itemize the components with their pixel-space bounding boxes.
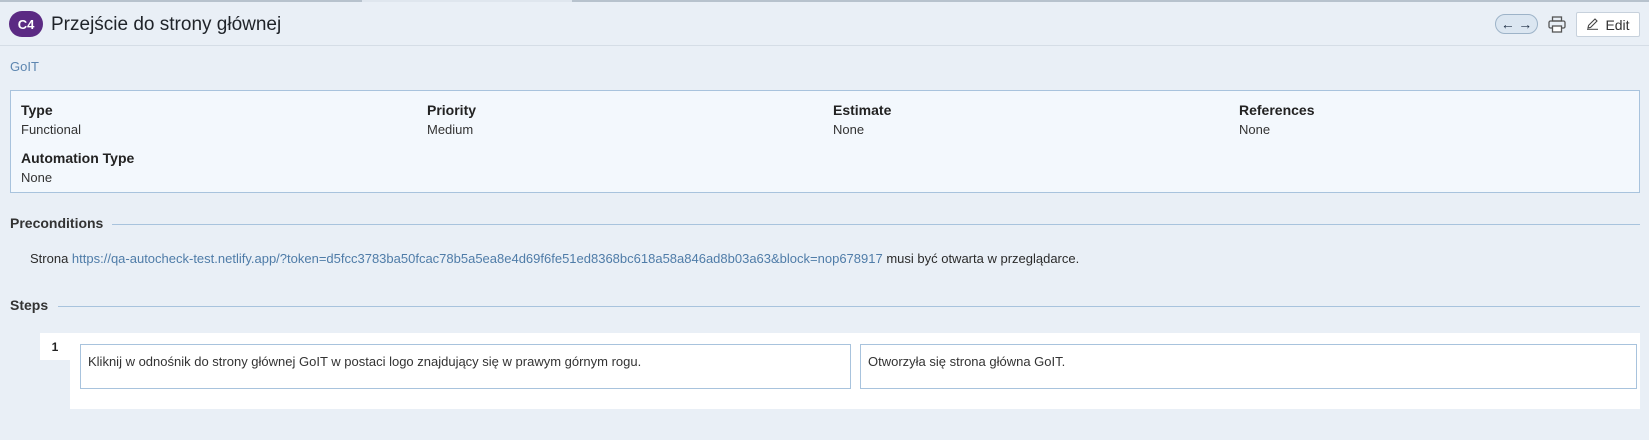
- edit-button[interactable]: Edit: [1576, 12, 1640, 37]
- prev-next-nav: ← →: [1495, 14, 1538, 34]
- field-label: Priority: [427, 102, 477, 118]
- steps-heading: Steps: [10, 297, 49, 313]
- step-number: 1: [40, 333, 70, 360]
- field-label: Automation Type: [21, 150, 135, 166]
- field-automation-type: Automation Type None: [21, 150, 134, 185]
- page-title: Przejście do strony głównej: [51, 14, 282, 35]
- preconditions-link[interactable]: https://qa-autocheck-test.netlify.app/?t…: [72, 251, 883, 266]
- preconditions-heading: Preconditions: [10, 215, 104, 231]
- field-references: References None: [1239, 102, 1315, 137]
- section-divider: [58, 306, 1640, 307]
- preconditions-text: Strona https://qa-autocheck-test.netlify…: [30, 251, 1079, 266]
- field-label: Estimate: [833, 102, 892, 118]
- step-action: Kliknij w odnośnik do strony głównej GoI…: [80, 344, 851, 389]
- preconditions-suffix: musi być otwarta w przeglądarce.: [882, 251, 1080, 266]
- field-value: None: [833, 122, 865, 137]
- arrow-right-icon[interactable]: →: [1518, 17, 1532, 31]
- arrow-left-icon[interactable]: ←: [1501, 17, 1515, 31]
- case-id-badge: C4: [9, 11, 43, 37]
- field-value: None: [1239, 122, 1271, 137]
- case-header: C4 Przejście do strony głównej ← → Edit: [0, 2, 1649, 46]
- edit-button-label: Edit: [1605, 16, 1630, 33]
- step-expected-result: Otworzyła się strona główna GoIT.: [860, 344, 1637, 389]
- project-link[interactable]: GoIT: [10, 59, 39, 74]
- field-label: References: [1239, 102, 1315, 118]
- pencil-icon: [1586, 17, 1599, 33]
- field-estimate: Estimate None: [833, 102, 891, 137]
- case-details-panel: Type Functional Priority Medium Estimate…: [10, 90, 1640, 193]
- field-value: Medium: [427, 122, 474, 137]
- field-label: Type: [21, 102, 53, 118]
- preconditions-prefix: Strona: [30, 251, 72, 266]
- printer-icon[interactable]: [1547, 14, 1567, 34]
- field-priority: Priority Medium: [427, 102, 476, 137]
- section-divider: [112, 224, 1640, 225]
- field-value: Functional: [21, 122, 81, 137]
- field-value: None: [21, 170, 53, 185]
- field-type: Type Functional: [21, 102, 81, 137]
